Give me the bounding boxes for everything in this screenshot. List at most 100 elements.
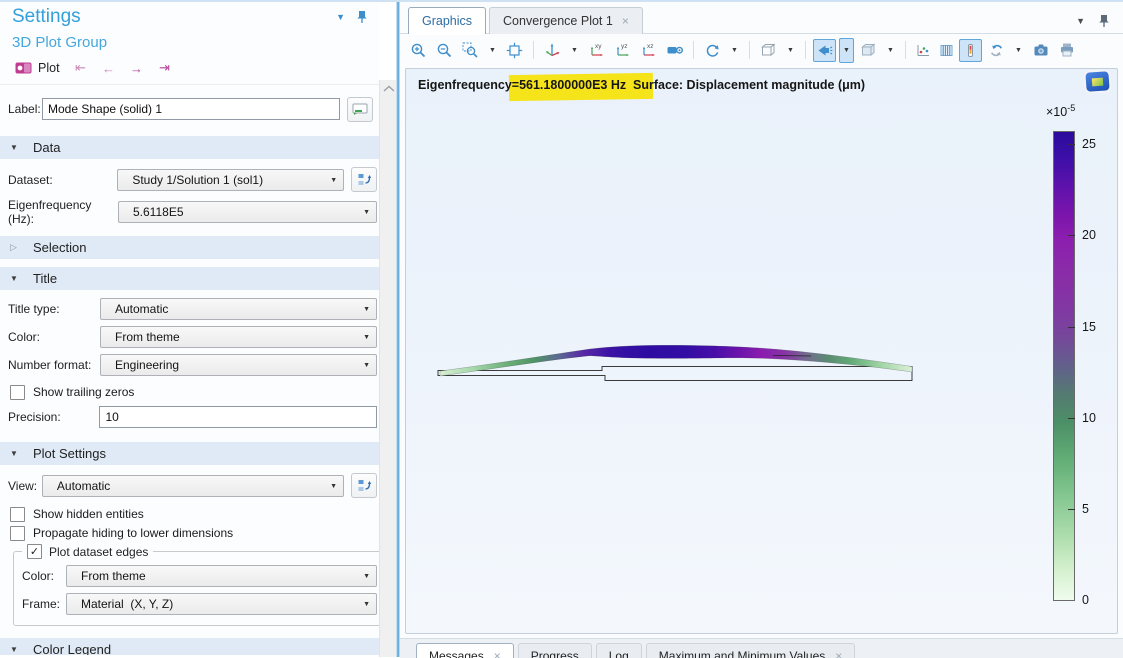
section-header-title[interactable]: ▼ Title <box>0 267 379 290</box>
orientation-button[interactable] <box>541 39 564 62</box>
view-yz-button[interactable]: yz <box>611 39 634 62</box>
tab-messages[interactable]: Messages × <box>416 643 514 658</box>
color-legend-button[interactable] <box>959 39 982 62</box>
view-xy-button[interactable]: xy <box>585 39 608 62</box>
view-menu-button[interactable] <box>757 39 780 62</box>
frame-select[interactable]: Material (X, Y, Z) ▼ <box>66 593 377 615</box>
plot-button-label: Plot <box>38 61 60 75</box>
tab-log[interactable]: Log <box>596 643 642 658</box>
plot-button[interactable]: Plot <box>12 60 63 76</box>
pin-icon[interactable] <box>1097 14 1111 28</box>
collapse-triangle-icon: ▼ <box>10 645 20 654</box>
colorbar-scale-label: ×10-5 <box>1046 103 1075 119</box>
orientation-caret-icon[interactable]: ▼ <box>567 38 582 63</box>
camera-icon <box>1033 42 1049 58</box>
color-legend-icon <box>963 43 978 58</box>
close-icon[interactable]: × <box>835 649 842 658</box>
colorbar-tick <box>1068 327 1075 328</box>
rotate-icon <box>704 42 721 59</box>
toolbar-separator <box>533 41 534 59</box>
environment-button[interactable] <box>985 39 1008 62</box>
view-select[interactable]: Automatic ▼ <box>42 475 344 497</box>
label-field-label: Label: <box>8 102 42 116</box>
go-to-source-button[interactable] <box>351 167 377 192</box>
close-icon[interactable]: × <box>494 649 501 658</box>
plot-dataset-edges-checkbox[interactable]: ✓ <box>27 544 42 559</box>
settings-scrollbar[interactable] <box>379 80 397 657</box>
zoom-in-button[interactable] <box>407 39 430 62</box>
toolbar-separator <box>805 41 806 59</box>
title-color-label: Color: <box>8 330 100 344</box>
next-solution-arrow-icon[interactable]: → <box>127 61 147 76</box>
colorbar-tick-label: 15 <box>1082 320 1116 334</box>
first-solution-arrow-icon[interactable]: ⇤ <box>71 60 91 76</box>
print-button[interactable] <box>1055 39 1078 62</box>
title-type-select[interactable]: Automatic ▼ <box>100 298 377 320</box>
transparency-cube-icon <box>860 42 878 58</box>
view-label: View: <box>8 479 42 493</box>
panel-menu-caret-icon[interactable]: ▼ <box>336 12 345 22</box>
dataset-label: Dataset: <box>8 173 117 187</box>
scene-light-button[interactable] <box>813 39 836 62</box>
view-menu-caret-icon[interactable]: ▼ <box>783 38 798 63</box>
dataset-select[interactable]: Study 1/Solution 1 (sol1) ▼ <box>117 169 344 191</box>
zoom-out-button[interactable] <box>433 39 456 62</box>
environment-caret-icon[interactable]: ▼ <box>1011 38 1026 63</box>
section-title: Selection <box>33 240 86 255</box>
eigenfrequency-select[interactable]: 5.6118E5 ▼ <box>118 201 377 223</box>
zoom-box-button[interactable] <box>459 39 482 62</box>
graphics-tabbar: Graphics Convergence Plot 1 × <box>408 7 643 34</box>
tab-convergence-plot[interactable]: Convergence Plot 1 × <box>489 7 643 34</box>
settings-toolbar: Plot ⇤ ← → ⇥ <box>12 58 373 78</box>
number-format-label: Number format: <box>8 358 100 372</box>
toolbar-separator <box>749 41 750 59</box>
section-header-color-legend[interactable]: ▼ Color Legend <box>0 638 379 655</box>
title-color-select[interactable]: From theme ▼ <box>100 326 377 348</box>
default-view-button[interactable] <box>663 39 686 62</box>
rename-button[interactable] <box>347 97 373 122</box>
colorbar-tick <box>1068 235 1075 236</box>
zoom-extents-button[interactable] <box>503 39 526 62</box>
propagate-hiding-checkbox[interactable] <box>10 526 25 541</box>
scene-light-caret-icon[interactable]: ▼ <box>839 38 854 63</box>
title-type-label: Title type: <box>8 302 100 316</box>
view-xz-button[interactable]: xz <box>637 39 660 62</box>
view-xy-icon: xy <box>588 42 606 58</box>
section-title: Data <box>33 140 60 155</box>
tab-progress[interactable]: Progress <box>518 643 592 658</box>
previous-solution-arrow-icon[interactable]: ← <box>99 61 119 76</box>
close-icon[interactable]: × <box>622 14 629 28</box>
colorbar-tick-label: 5 <box>1082 502 1116 516</box>
dropdown-arrow-icon: ▼ <box>363 334 370 341</box>
show-hidden-entities-checkbox[interactable] <box>10 507 25 522</box>
section-header-selection[interactable]: ▷ Selection <box>0 236 379 259</box>
checkmark-icon: ✓ <box>30 545 39 558</box>
section-header-data[interactable]: ▼ Data <box>0 136 379 159</box>
show-mesh-button[interactable] <box>936 39 956 62</box>
information-window-strip: Messages × Progress Log Maximum and Mini… <box>400 638 1123 658</box>
graphics-canvas[interactable]: Eigenfrequency=561.1800000E3 Hz Surface:… <box>405 68 1118 634</box>
plot-dataset-edges-label: Plot dataset edges <box>49 545 148 559</box>
section-header-plot-settings[interactable]: ▼ Plot Settings <box>0 442 379 465</box>
pin-icon[interactable] <box>355 10 369 24</box>
material-color-button[interactable] <box>913 39 933 62</box>
number-format-select[interactable]: Engineering ▼ <box>100 354 377 376</box>
precision-input[interactable] <box>99 406 377 428</box>
rotate-caret-icon[interactable]: ▼ <box>727 38 742 63</box>
transparency-button[interactable] <box>857 39 880 62</box>
go-to-source-button[interactable] <box>351 473 377 498</box>
zoom-box-caret-icon[interactable]: ▼ <box>485 38 500 63</box>
panel-menu-caret-icon[interactable]: ▼ <box>1076 16 1085 26</box>
edge-color-select[interactable]: From theme ▼ <box>66 565 377 587</box>
precision-label: Precision: <box>8 410 99 424</box>
colorbar-tick <box>1068 144 1075 145</box>
tab-max-min-values[interactable]: Maximum and Minimum Values × <box>646 643 856 658</box>
tab-graphics[interactable]: Graphics <box>408 7 486 34</box>
last-solution-arrow-icon[interactable]: ⇥ <box>155 60 175 76</box>
snapshot-button[interactable] <box>1029 39 1052 62</box>
show-trailing-zeros-checkbox[interactable] <box>10 385 25 400</box>
transparency-caret-icon[interactable]: ▼ <box>883 38 898 63</box>
scroll-up-chevron-icon[interactable] <box>383 85 395 93</box>
rotate-button[interactable] <box>701 39 724 62</box>
label-input[interactable] <box>42 98 340 120</box>
